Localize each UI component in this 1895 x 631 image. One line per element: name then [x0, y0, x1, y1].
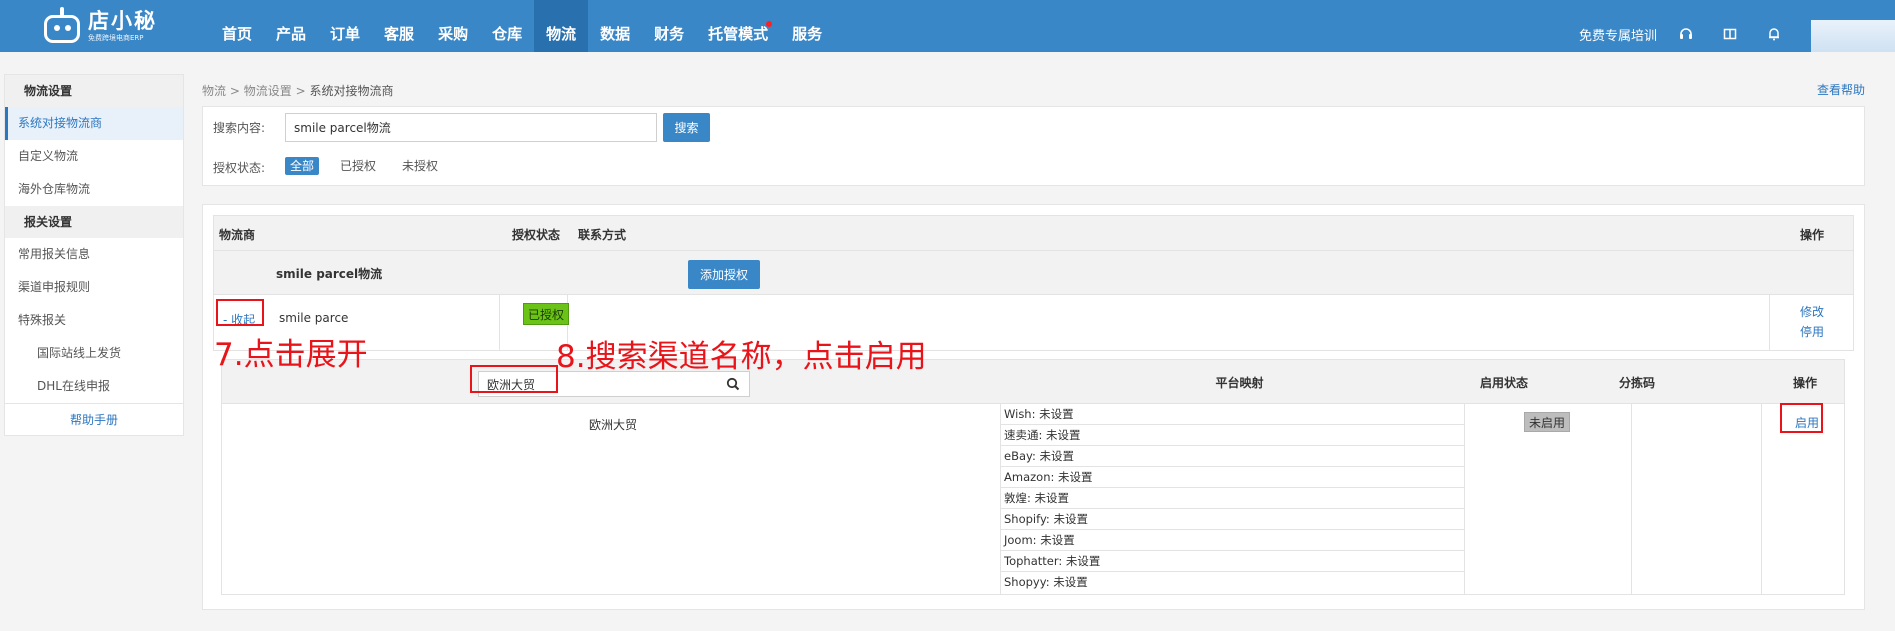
nav-finance[interactable]: 财务 [642, 0, 696, 52]
breadcrumb-logistics[interactable]: 物流 [202, 84, 226, 98]
sidebar-item-customs-info[interactable]: 常用报关信息 [5, 238, 183, 271]
th-auth-status: 授权状态 [512, 228, 561, 242]
nav-purchasing[interactable]: 采购 [426, 0, 480, 52]
breadcrumb: 物流 > 物流设置 > 系统对接物流商 [202, 84, 394, 98]
th-platform-mapping: 平台映射 [1215, 376, 1264, 390]
auth-status-label: 授权状态: [213, 161, 266, 175]
annotation-box-collapse [216, 299, 264, 326]
th-channel-ops: 操作 [1793, 376, 1818, 390]
table-header: 物流商 授权状态 联系方式 操作 [213, 215, 1854, 251]
nav-customer-service[interactable]: 客服 [372, 0, 426, 52]
mapping-tophatter: Tophatter: 未设置 [1001, 551, 1464, 572]
disable-link[interactable]: 停用 [1800, 323, 1824, 340]
mapping-wish: Wish: 未设置 [1001, 404, 1464, 425]
channel-row: 欧洲大贸 Wish: 未设置 速卖通: 未设置 eBay: 未设置 Amazon… [222, 404, 1844, 594]
book-icon[interactable] [1723, 27, 1737, 41]
carrier-table-panel: 物流商 授权状态 联系方式 操作 smile parcel物流 添加授权 - 收… [202, 204, 1865, 610]
sidebar-item-special-customs[interactable]: 特殊报关 [5, 304, 183, 337]
annotation-box-enable [1780, 403, 1823, 433]
sidebar-item-overseas-warehouse[interactable]: 海外仓库物流 [5, 173, 183, 206]
search-input[interactable] [285, 113, 657, 142]
nav-home[interactable]: 首页 [210, 0, 264, 52]
mapping-shopyy: Shopyy: 未设置 [1004, 575, 1088, 589]
channel-subtable: 平台映射 启用状态 分拣码 操作 欧洲大贸 Wish: 未设置 速卖通: 未设置… [221, 359, 1845, 595]
app-logo[interactable]: 店小秘 免费跨境电商ERP [42, 6, 157, 46]
notification-dot [766, 21, 773, 27]
view-help-link[interactable]: 查看帮助 [1817, 81, 1865, 98]
sidebar-item-dhl-declaration[interactable]: DHL在线申报 [5, 370, 183, 403]
nav-logistics[interactable]: 物流 [534, 0, 589, 52]
nav-orders[interactable]: 订单 [318, 0, 372, 52]
headset-icon[interactable] [1679, 27, 1693, 41]
not-enabled-badge: 未启用 [1524, 412, 1571, 432]
sidebar-item-system-carriers[interactable]: 系统对接物流商 [5, 107, 183, 140]
sidebar: 物流设置 系统对接物流商 自定义物流 海外仓库物流 报关设置 常用报关信息 渠道… [4, 74, 184, 436]
sidebar-item-intl-online-shipping[interactable]: 国际站线上发货 [5, 337, 183, 370]
search-icon[interactable] [726, 377, 740, 391]
logo-subtitle: 免费跨境电商ERP [88, 34, 144, 42]
sidebar-item-custom-logistics[interactable]: 自定义物流 [5, 140, 183, 173]
nav-services[interactable]: 服务 [780, 0, 834, 52]
mapping-joom: Joom: 未设置 [1001, 530, 1464, 551]
th-sort-code: 分拣码 [1619, 376, 1656, 390]
sidebar-group-customs: 报关设置 [5, 206, 183, 238]
bell-icon[interactable] [1767, 27, 1781, 41]
mapping-aliexpress: 速卖通: 未设置 [1001, 425, 1464, 446]
help-manual-link[interactable]: 帮助手册 [5, 403, 183, 436]
auth-filter-authorized[interactable]: 已授权 [335, 157, 381, 175]
search-button[interactable]: 搜索 [663, 113, 710, 142]
auth-filter-unauthorized[interactable]: 未授权 [397, 157, 443, 175]
robot-logo-icon [42, 7, 82, 45]
free-training-link[interactable]: 免费专属培训 [1579, 9, 1657, 44]
mapping-dhgate: 敦煌: 未设置 [1001, 488, 1464, 509]
carrier-group-name: smile parcel物流 [276, 267, 383, 281]
top-navbar: 店小秘 免费跨境电商ERP 首页 产品 订单 客服 采购 仓库 物流 数据 财务… [0, 0, 1895, 52]
user-avatar[interactable] [1811, 20, 1895, 52]
auth-filter-all[interactable]: 全部 [285, 157, 320, 175]
th-contact: 联系方式 [578, 228, 627, 242]
nav-managed-mode[interactable]: 托管模式 [696, 0, 780, 52]
mapping-shopify: Shopify: 未设置 [1001, 509, 1464, 530]
top-right-tools: 免费专属培训 [1579, 0, 1895, 52]
th-ops: 操作 [1800, 228, 1825, 242]
provider-name: smile parce [279, 311, 349, 325]
logo-name: 店小秘 [88, 9, 157, 33]
channel-subtable-header: 平台映射 启用状态 分拣码 操作 [222, 360, 1844, 404]
main-nav: 首页 产品 订单 客服 采购 仓库 物流 数据 财务 托管模式 服务 [210, 0, 834, 52]
add-authorization-button[interactable]: 添加授权 [688, 260, 760, 289]
nav-data[interactable]: 数据 [588, 0, 642, 52]
annotation-step-7: 7.点击展开 [214, 337, 368, 373]
nav-warehouse[interactable]: 仓库 [480, 0, 534, 52]
search-panel: 搜索内容: 搜索 授权状态: 全部 已授权 未授权 [202, 106, 1865, 186]
annotation-step-8: 8.搜索渠道名称，点击启用 [556, 339, 927, 375]
edit-link[interactable]: 修改 [1800, 303, 1824, 320]
nav-products[interactable]: 产品 [264, 0, 318, 52]
mapping-amazon: Amazon: 未设置 [1001, 467, 1464, 488]
sidebar-group-logistics: 物流设置 [5, 75, 183, 107]
breadcrumb-logistics-settings[interactable]: 物流设置 [244, 84, 292, 98]
th-provider: 物流商 [219, 228, 256, 242]
provider-row: - 收起 smile parce 已授权 修改 停用 [213, 295, 1854, 351]
carrier-group-row: smile parcel物流 添加授权 [213, 251, 1854, 295]
platform-mapping-list: Wish: 未设置 速卖通: 未设置 eBay: 未设置 Amazon: 未设置… [1000, 404, 1465, 594]
mapping-ebay: eBay: 未设置 [1001, 446, 1464, 467]
channel-name: 欧洲大贸 [589, 418, 638, 432]
breadcrumb-current: 系统对接物流商 [309, 84, 394, 98]
th-enable-status: 启用状态 [1480, 376, 1529, 390]
annotation-box-channel-search [470, 365, 558, 393]
authorized-badge: 已授权 [523, 303, 570, 325]
sidebar-item-channel-rules[interactable]: 渠道申报规则 [5, 271, 183, 304]
search-label: 搜索内容: [213, 121, 266, 135]
